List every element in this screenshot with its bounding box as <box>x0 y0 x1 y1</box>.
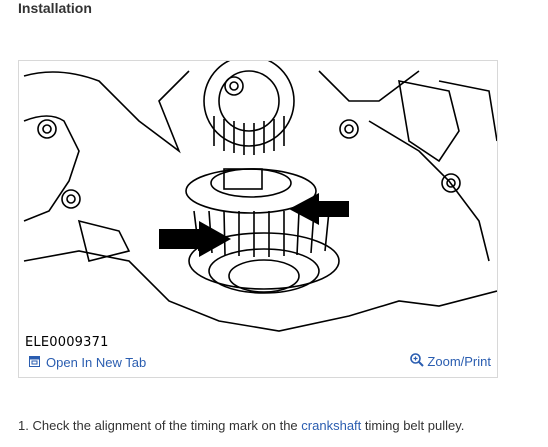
open-in-new-tab-label: Open In New Tab <box>46 355 147 370</box>
open-in-new-tab-link[interactable]: Open In New Tab <box>29 355 146 370</box>
zoom-print-link[interactable]: Zoom/Print <box>410 353 491 370</box>
figure-caption: ELE0009371 <box>25 335 109 350</box>
crankshaft-link[interactable]: crankshaft <box>301 418 361 433</box>
timing-belt-illustration[interactable] <box>19 61 497 351</box>
section-heading: Installation <box>18 0 92 16</box>
step-number: 1. <box>18 418 29 433</box>
figure-toolbar: Open In New Tab Zoom/Print <box>19 351 497 377</box>
step-text-after: timing belt pulley. <box>364 418 465 433</box>
new-tab-icon <box>29 355 40 370</box>
zoom-print-label: Zoom/Print <box>427 354 491 369</box>
step-item: 1. Check the alignment of the timing mar… <box>18 418 464 433</box>
step-text-before: Check the alignment of the timing mark o… <box>32 418 298 433</box>
figure-card: ELE0009371 Open In New Tab Zoom/Print <box>18 60 498 378</box>
zoom-icon <box>410 353 425 370</box>
